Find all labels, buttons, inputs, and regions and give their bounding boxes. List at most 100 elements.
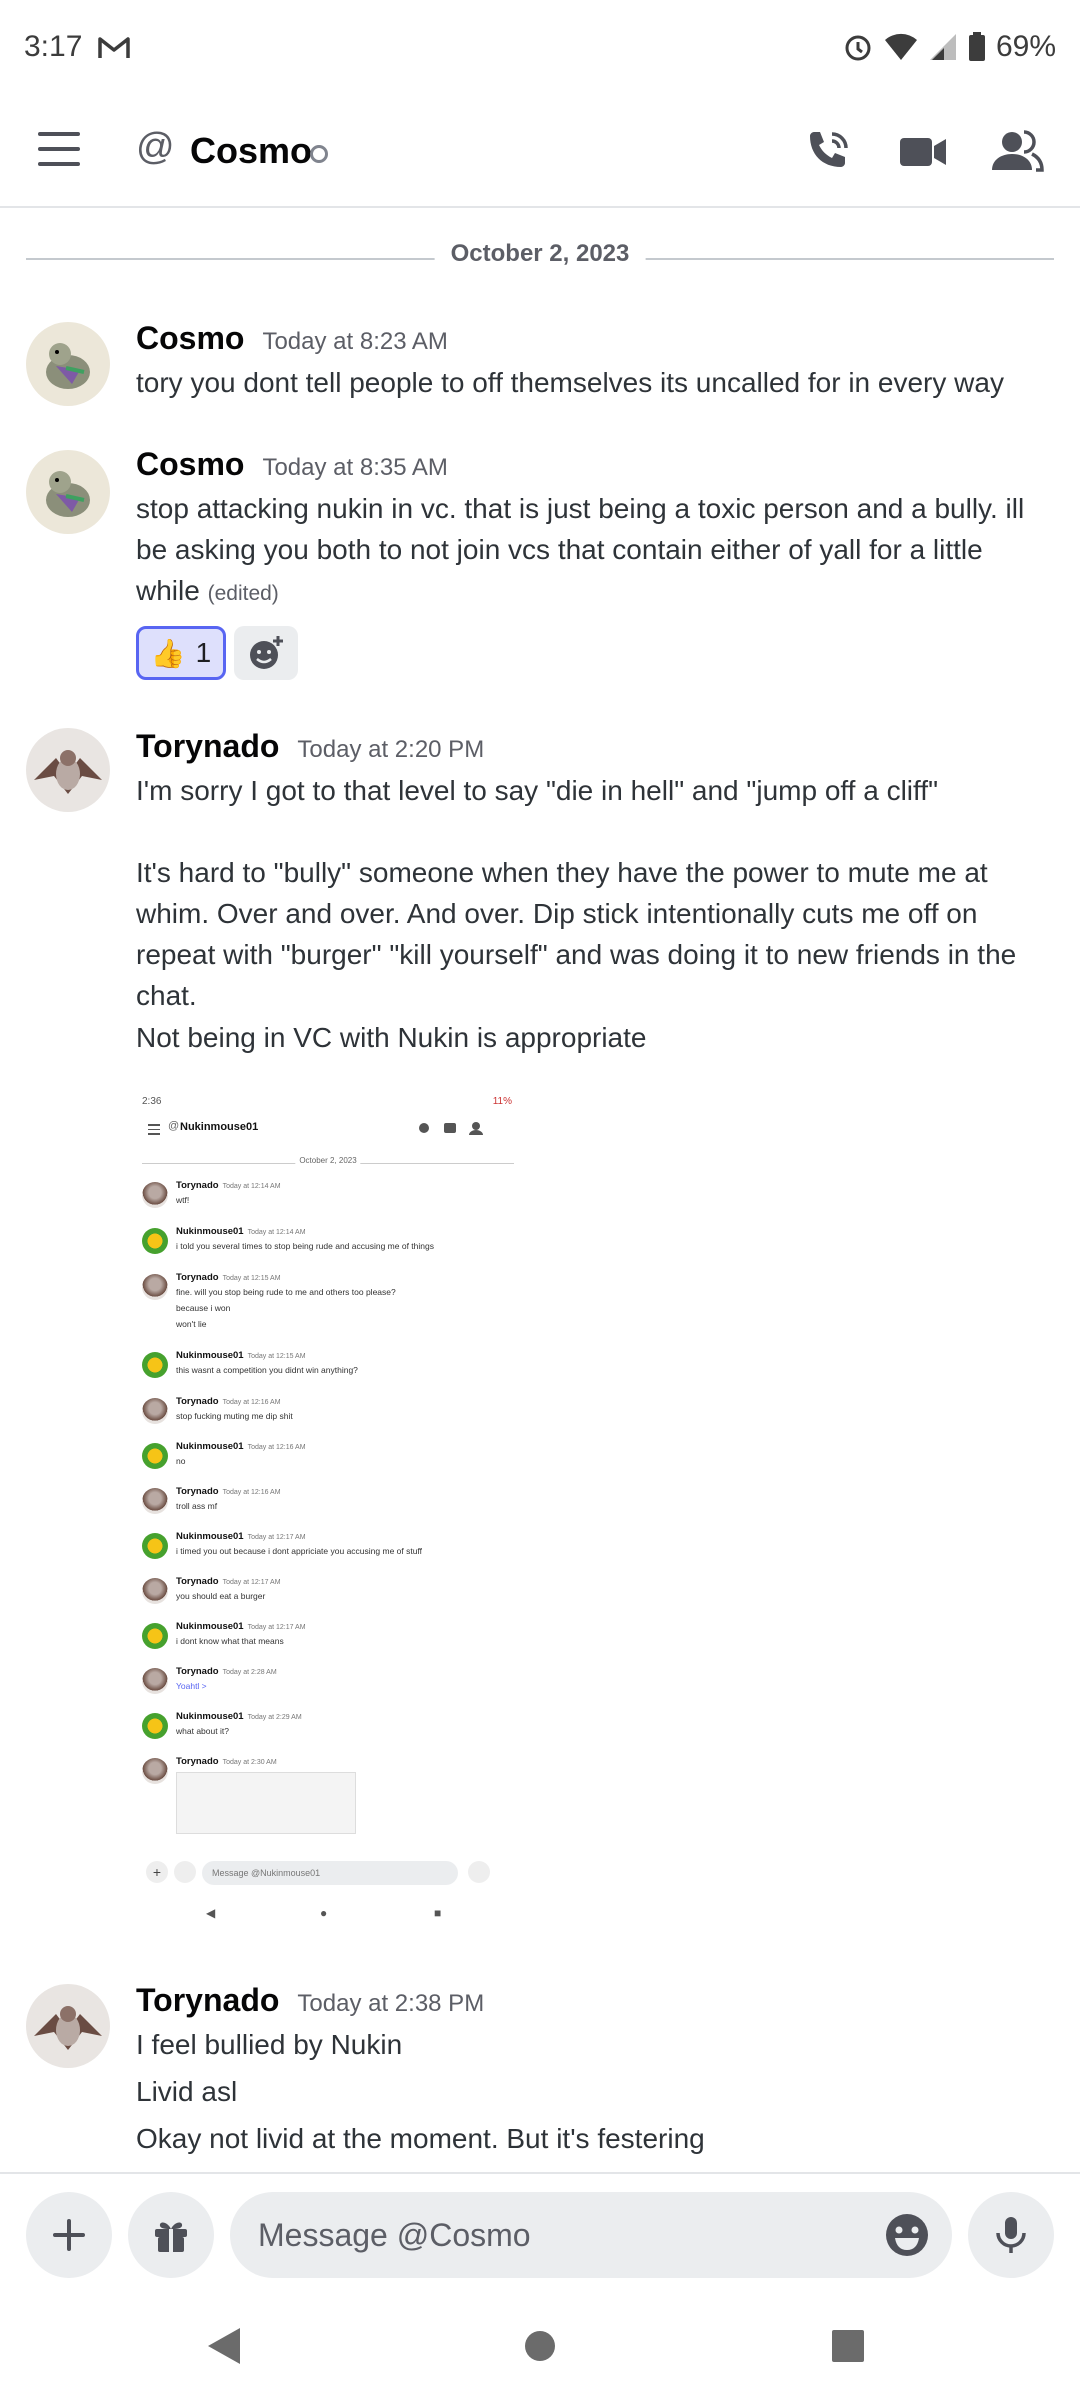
status-bar: 3:17 69% <box>0 0 1080 100</box>
menu-icon[interactable] <box>38 132 80 166</box>
reaction-button[interactable]: 👍 1 <box>136 626 226 680</box>
message-text: It's hard to "bully" someone when they h… <box>136 857 988 888</box>
attachment-text: i told you several times to stop being r… <box>176 1241 434 1251</box>
profile-icon[interactable] <box>988 124 1044 180</box>
avatar[interactable] <box>26 1984 110 2068</box>
message-author[interactable]: Cosmo Today at 8:23 AM <box>136 320 448 357</box>
attachment-author-name: Torynado <box>176 1576 219 1587</box>
attachment-nav-bar: ◀ ● ■ <box>136 1900 520 1926</box>
attachment-author-name: Torynado <box>176 1666 219 1677</box>
author-name[interactable]: Torynado <box>136 1982 279 2018</box>
alarm-icon <box>845 35 871 61</box>
system-nav-bar <box>0 2296 1080 2400</box>
message-field[interactable] <box>230 2192 952 2278</box>
signal-icon <box>929 34 956 60</box>
author-name[interactable]: Cosmo <box>136 320 244 356</box>
avatar[interactable] <box>26 728 110 812</box>
microphone-icon <box>996 2217 1026 2253</box>
attachment-text: what about it? <box>176 1726 229 1736</box>
attachment-mic-icon <box>468 1861 490 1883</box>
attachment-author: Torynado Today at 12:16 AM <box>176 1396 281 1407</box>
pigeon-avatar-icon <box>26 450 110 534</box>
avatar[interactable] <box>26 322 110 406</box>
battery-percentage: 69% <box>995 30 1056 63</box>
attachment-text: stop fucking muting me dip shit <box>176 1411 293 1421</box>
attachment-avatar <box>142 1352 168 1378</box>
attachment-author-name: Nukinmouse01 <box>176 1441 244 1452</box>
message-timestamp: Today at 2:20 PM <box>297 736 485 763</box>
message-text: stop attacking nukin in vc. that is just… <box>136 493 1025 524</box>
attachment-author: Nukinmouse01 Today at 12:14 AM <box>176 1226 306 1237</box>
video-icon[interactable] <box>894 124 950 180</box>
edited-label: (edited) <box>207 582 279 605</box>
attachment-avatar <box>142 1533 168 1559</box>
image-attachment[interactable]: 2:36 11% @ Nukinmouse01 October 2, 2023 … <box>136 1090 520 1932</box>
back-icon[interactable] <box>206 2326 242 2366</box>
attachment-author: Nukinmouse01 Today at 12:17 AM <box>176 1531 306 1542</box>
author-name[interactable]: Torynado <box>136 728 279 764</box>
attachment-status-time: 2:36 <box>142 1096 162 1107</box>
attachment-gift-icon <box>174 1861 196 1883</box>
attachment-text: because i won <box>176 1303 231 1313</box>
attachment-header: @ Nukinmouse01 <box>136 1114 520 1144</box>
attachment-avatar <box>142 1182 168 1208</box>
message-author[interactable]: Torynado Today at 2:20 PM <box>136 728 484 765</box>
home-icon[interactable] <box>522 2326 558 2362</box>
message-composer <box>0 2172 1080 2296</box>
attachment-title: Nukinmouse01 <box>180 1121 259 1133</box>
message-text-segment: while <box>136 575 200 606</box>
attachment-timestamp: Today at 2:30 AM <box>222 1759 277 1766</box>
attachment-author-name: Nukinmouse01 <box>176 1531 244 1542</box>
attachment-author: Torynado Today at 2:28 AM <box>176 1666 277 1677</box>
battery-icon <box>968 32 985 61</box>
attachment-timestamp: Today at 12:16 AM <box>222 1399 281 1406</box>
attachment-author-name: Nukinmouse01 <box>176 1621 244 1632</box>
attachment-author-name: Torynado <box>176 1180 219 1191</box>
attachment-timestamp: Today at 12:17 AM <box>247 1534 306 1541</box>
author-name[interactable]: Cosmo <box>136 446 244 482</box>
message-list[interactable]: October 2, 2023 Cosmo Today at 8:23 AM to… <box>0 210 1080 2172</box>
attachment-text: troll ass mf <box>176 1501 218 1511</box>
attachment-author: Nukinmouse01 Today at 12:16 AM <box>176 1441 306 1452</box>
gmail-icon <box>98 37 130 58</box>
attachment-author: Torynado Today at 12:15 AM <box>176 1272 281 1283</box>
emoji-icon[interactable] <box>884 2212 930 2258</box>
status-time: 3:17 <box>24 30 83 63</box>
message-text: tory you dont tell people to off themsel… <box>136 367 1004 398</box>
channel-title[interactable]: Cosmo <box>190 130 312 172</box>
attachment-timestamp: Today at 12:16 AM <box>247 1444 306 1451</box>
avatar[interactable] <box>26 450 110 534</box>
attachment-text: this wasnt a competition you didnt win a… <box>176 1365 358 1375</box>
attachment-message-field: Message @Nukinmouse01 <box>202 1861 458 1885</box>
offline-status-icon <box>310 145 328 163</box>
voice-message-button[interactable] <box>968 2192 1054 2278</box>
attachment-recents-icon: ■ <box>434 1906 442 1920</box>
attachment-back-icon: ◀ <box>206 1906 216 1920</box>
attachment-text: no <box>176 1456 186 1466</box>
add-reaction-icon <box>250 636 283 669</box>
attachment-author: Torynado Today at 12:16 AM <box>176 1486 281 1497</box>
call-icon[interactable] <box>800 124 856 180</box>
bird-avatar-icon <box>26 1984 110 2068</box>
attachment-author: Nukinmouse01 Today at 12:15 AM <box>176 1350 306 1361</box>
message-text: while (edited) <box>136 570 1040 614</box>
message-author[interactable]: Cosmo Today at 8:35 AM <box>136 446 448 483</box>
add-attachment-button[interactable] <box>26 2192 112 2278</box>
attachment-avatar <box>142 1623 168 1649</box>
attachment-text: Yoahtl > <box>176 1681 207 1691</box>
message-text: chat. <box>136 980 197 1011</box>
message-input[interactable] <box>258 2192 838 2278</box>
attachment-timestamp: Today at 12:14 AM <box>247 1229 306 1236</box>
add-reaction-button[interactable] <box>234 626 298 680</box>
gift-button[interactable] <box>128 2192 214 2278</box>
attachment-text: i timed you out because i dont appriciat… <box>176 1546 423 1556</box>
message-author[interactable]: Torynado Today at 2:38 PM <box>136 1982 484 2019</box>
gift-icon <box>155 2222 187 2252</box>
recents-icon[interactable] <box>830 2326 866 2362</box>
attachment-timestamp: Today at 12:17 AM <box>247 1624 306 1631</box>
attachment-text: you should eat a burger <box>176 1591 266 1601</box>
attachment-author-name: Torynado <box>176 1272 219 1283</box>
message-text: repeat with "burger" "kill yourself" and… <box>136 939 1017 970</box>
wifi-icon <box>884 33 917 60</box>
message-text: I'm sorry I got to that level to say "di… <box>136 775 939 806</box>
